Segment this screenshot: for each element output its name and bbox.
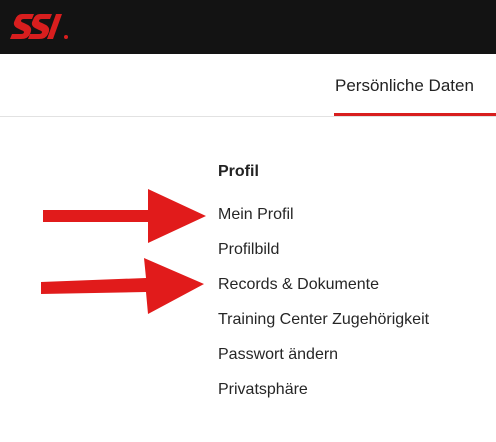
menu-item-records-documents[interactable]: Records & Dokumente bbox=[218, 276, 379, 294]
top-header-bar bbox=[0, 0, 496, 54]
ssi-logo[interactable] bbox=[8, 10, 70, 44]
tab-bar: Persönliche Daten bbox=[0, 54, 496, 117]
menu-item-change-password[interactable]: Passwort ändern bbox=[218, 346, 338, 364]
menu-item-profile-picture[interactable]: Profilbild bbox=[218, 241, 279, 259]
menu-item-privacy[interactable]: Privatsphäre bbox=[218, 381, 308, 399]
tab-personal-data[interactable]: Persönliche Daten bbox=[335, 76, 474, 96]
menu-item-training-center[interactable]: Training Center Zugehörigkeit bbox=[218, 311, 429, 329]
menu-item-my-profile[interactable]: Mein Profil bbox=[218, 206, 294, 224]
red-arrow-icon bbox=[41, 258, 204, 314]
red-arrow-icon bbox=[43, 189, 206, 243]
active-tab-indicator bbox=[334, 113, 496, 116]
profile-menu-heading: Profil bbox=[218, 163, 259, 180]
